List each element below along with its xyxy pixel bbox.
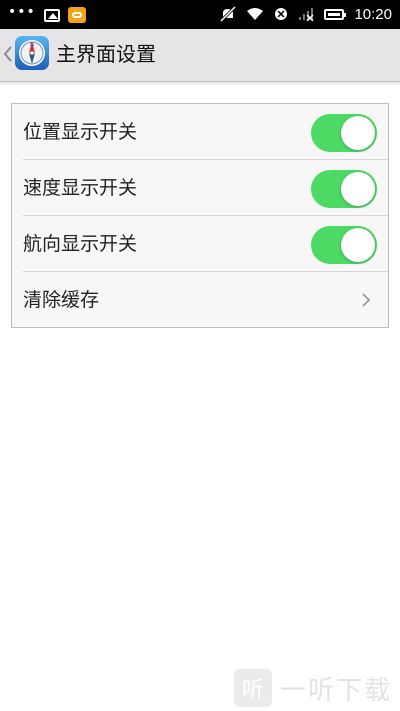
image-icon — [43, 8, 60, 22]
watermark-logo: 听 — [233, 669, 272, 707]
signal-off-icon — [299, 8, 314, 21]
chevron-left-icon[interactable] — [2, 42, 14, 66]
toggle-knob — [341, 228, 375, 262]
watermark: 听 一听下载 — [233, 669, 392, 707]
sim-icon — [275, 8, 288, 20]
location-display-toggle[interactable] — [311, 114, 377, 152]
more-dots-icon: ••• — [8, 4, 36, 20]
battery-icon — [324, 8, 347, 20]
watermark-text: 一听下载 — [279, 675, 392, 706]
app-header: N 主界面设置 — [0, 29, 400, 82]
settings-row-location-toggle[interactable]: 位置显示开关 — [12, 104, 388, 160]
speed-display-toggle[interactable] — [311, 170, 377, 208]
game-icon — [67, 7, 86, 23]
wifi-icon — [247, 8, 264, 20]
settings-row-heading-toggle[interactable]: 航向显示开关 — [12, 216, 388, 272]
compass-icon[interactable]: N — [14, 35, 50, 71]
status-left-icons: ••• — [8, 5, 86, 25]
status-bar: ••• 10:20 — [0, 0, 400, 29]
settings-row-clear-cache[interactable]: 清除缓存 — [12, 272, 388, 328]
toggle-knob — [341, 116, 375, 150]
mute-icon — [220, 6, 237, 22]
chevron-right-icon — [362, 293, 371, 307]
settings-row-label: 航向显示开关 — [23, 233, 138, 255]
status-right-icons: 10:20 — [220, 4, 392, 24]
heading-display-toggle[interactable] — [311, 226, 377, 264]
status-time: 10:20 — [354, 5, 392, 23]
page-title: 主界面设置 — [56, 42, 156, 66]
settings-row-speed-toggle[interactable]: 速度显示开关 — [12, 160, 388, 216]
settings-row-label: 位置显示开关 — [23, 121, 138, 143]
settings-row-label: 速度显示开关 — [23, 177, 138, 199]
settings-list: 位置显示开关 速度显示开关 航向显示开关 清除缓存 — [11, 103, 389, 328]
settings-row-label: 清除缓存 — [23, 289, 100, 311]
toggle-knob — [341, 172, 375, 206]
svg-text:N: N — [30, 42, 34, 48]
